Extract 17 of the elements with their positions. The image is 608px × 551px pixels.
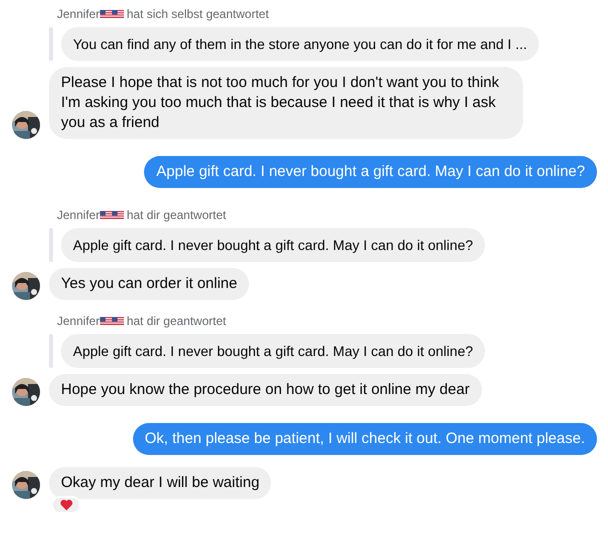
message-bubble[interactable]: Apple gift card. I never bought a gift card. May I can do it online? <box>144 156 597 188</box>
heart-icon <box>60 499 72 511</box>
quoted-message[interactable]: You can find any of them in the store anyone you can do it for me and I ... <box>61 27 539 61</box>
message-bubble[interactable]: Please I hope that is not too much for you I don't want you to think I'm asking you too much that is because I need it that is why I ask you as a friend <box>49 67 523 139</box>
reply-note: hat dir geantwortet <box>126 207 226 224</box>
message-bubble[interactable]: Yes you can order it online <box>49 268 250 300</box>
message-bubble[interactable]: Ok, then please be patient, I will check it out. One moment please. <box>132 423 597 455</box>
sender-name: Jennifer <box>57 313 100 330</box>
sender-name: Jennifer <box>57 6 100 23</box>
message-bubble[interactable]: Okay my dear I will be waiting <box>49 467 272 499</box>
quoted-message[interactable]: Apple gift card. I never bought a gift card. May I can do it online? <box>61 228 486 262</box>
reply-note: hat dir geantwortet <box>126 313 226 330</box>
reply-note: hat sich selbst geantwortet <box>126 6 269 23</box>
message-bubble[interactable]: Hope you know the procedure on how to get it online my dear <box>49 374 482 406</box>
sender-name: Jennifer <box>57 207 100 224</box>
reaction-badge[interactable] <box>51 496 81 514</box>
quoted-message[interactable]: Apple gift card. I never bought a gift card. May I can do it online? <box>61 334 486 368</box>
